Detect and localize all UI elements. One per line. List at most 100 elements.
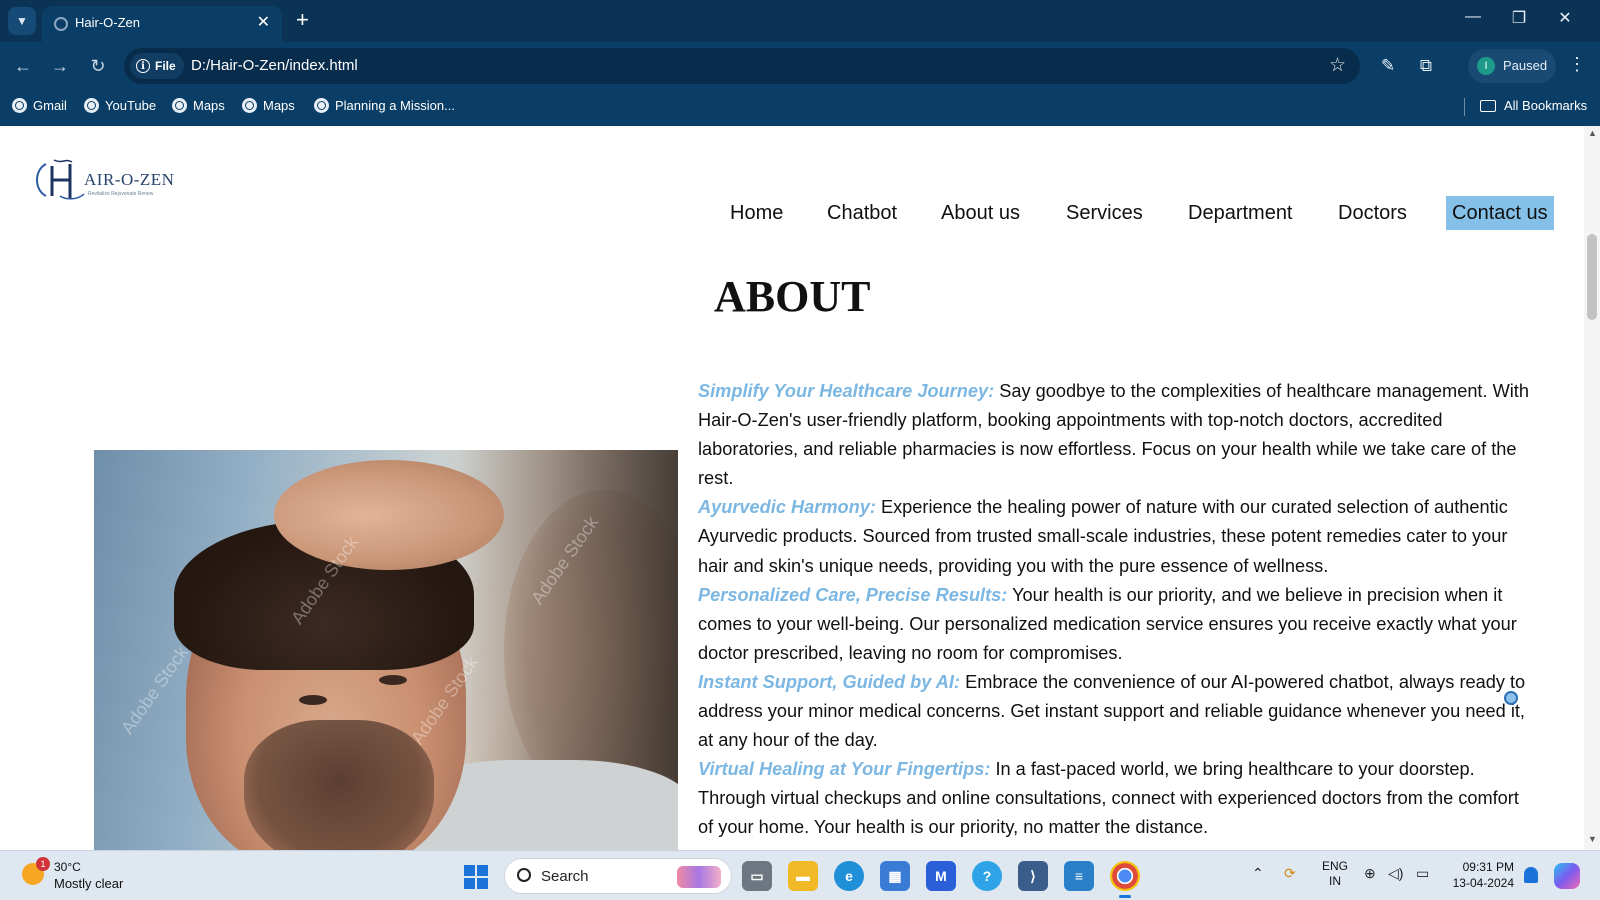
tab-search-chevron-icon[interactable]: ▼ [8, 7, 36, 35]
bookmark-star-icon[interactable]: ☆ [1329, 54, 1346, 77]
all-bookmarks-button[interactable]: All Bookmarks [1480, 98, 1587, 113]
folder-icon [1480, 99, 1496, 112]
weather-condition: Mostly clear [54, 876, 124, 891]
all-bookmarks-label: All Bookmarks [1504, 98, 1588, 113]
bookmarks-divider [1464, 98, 1465, 116]
help-app-icon[interactable]: ? [972, 861, 1002, 891]
search-icon [517, 868, 531, 882]
extensions-puzzle-icon[interactable]: ⧉ [1412, 52, 1440, 80]
volume-icon[interactable]: ◁) [1388, 865, 1403, 882]
window-close-icon[interactable]: ✕ [1542, 8, 1588, 28]
language-code: ENG [1322, 859, 1349, 873]
file-explorer-icon[interactable]: ▬ [788, 861, 818, 891]
language-region: IN [1329, 874, 1341, 888]
system-clock[interactable]: 09:31 PM 13-04-2024 [1446, 859, 1514, 891]
task-view-icon[interactable]: ▭ [742, 861, 772, 891]
scrollbar-thumb[interactable] [1587, 234, 1597, 320]
battery-icon[interactable]: ▭ [1416, 865, 1429, 882]
nav-department[interactable]: Department [1182, 196, 1299, 230]
restore-icon[interactable]: ❐ [1496, 8, 1542, 28]
tab-favicon-icon [54, 17, 68, 31]
bookmark-planning[interactable]: Planning a Mission... [314, 98, 455, 113]
address-bar[interactable]: i File D:/Hair-O-Zen/index.html ☆ [124, 48, 1360, 84]
tab-title: Hair-O-Zen [75, 15, 141, 30]
copilot-icon[interactable] [1554, 863, 1580, 889]
profile-status: Paused [1503, 58, 1548, 73]
vs-code-icon[interactable]: ⟩ [1018, 861, 1048, 891]
notification-bell-icon[interactable] [1524, 867, 1538, 883]
edge-icon[interactable]: e [834, 861, 864, 891]
main-nav: Home Chatbot About us Services Departmen… [0, 196, 1584, 232]
about-hero-image: Adobe Stock Adobe Stock Adobe Stock Adob… [94, 450, 678, 850]
bookmark-maps[interactable]: Maps [172, 98, 225, 113]
bookmark-label: Planning a Mission... [335, 98, 455, 113]
windows-start-icon[interactable] [464, 865, 488, 889]
about-section: Virtual Healing at Your Fingertips: In a… [698, 755, 1534, 842]
site-info-label: File [155, 59, 176, 73]
image-watermark: Adobe Stock [117, 642, 193, 738]
image-eye-left [299, 695, 327, 705]
mcafee-icon[interactable]: M [926, 861, 956, 891]
bookmark-maps-2[interactable]: Maps [242, 98, 295, 113]
sync-icon[interactable]: ⟳ [1284, 865, 1296, 882]
network-globe-icon[interactable]: ⊕ [1364, 865, 1376, 882]
web-page: AIR-O-ZEN Revitalize Rejuvenate Renew Ho… [0, 126, 1584, 850]
globe-icon [172, 98, 187, 113]
nav-contact-us[interactable]: Contact us [1446, 196, 1554, 230]
globe-icon [314, 98, 329, 113]
nav-about-us[interactable]: About us [935, 196, 1026, 230]
nav-home[interactable]: Home [724, 196, 789, 230]
bookmark-gmail[interactable]: Gmail [12, 98, 67, 113]
weather-temperature: 30°C [54, 860, 81, 874]
globe-icon [242, 98, 257, 113]
new-tab-plus-icon[interactable]: + [296, 8, 309, 32]
nav-services[interactable]: Services [1060, 196, 1149, 230]
info-icon: i [136, 59, 150, 73]
section-heading: Virtual Healing at Your Fingertips: [698, 759, 991, 780]
profile-button[interactable]: I Paused [1468, 49, 1556, 83]
section-heading: Personalized Care, Precise Results: [698, 584, 1008, 605]
url-text[interactable]: D:/Hair-O-Zen/index.html [191, 57, 358, 74]
taskbar-search-label: Search [541, 868, 589, 885]
search-highlight-decoration [677, 866, 721, 888]
about-text: Simplify Your Healthcare Journey: Say go… [698, 377, 1534, 843]
nav-chatbot[interactable]: Chatbot [821, 196, 903, 230]
bookmark-label: Maps [193, 98, 225, 113]
about-heading: ABOUT [714, 272, 871, 321]
clock-time: 09:31 PM [1462, 860, 1514, 874]
nav-doctors[interactable]: Doctors [1332, 196, 1413, 230]
bookmark-label: Maps [263, 98, 295, 113]
scroll-up-arrow-icon[interactable]: ▲ [1588, 128, 1597, 138]
about-section: Ayurvedic Harmony: Experience the healin… [698, 493, 1534, 580]
bookmark-label: YouTube [105, 98, 157, 113]
image-beard [244, 720, 434, 850]
eyedropper-icon[interactable]: ✎ [1374, 52, 1402, 80]
about-section: Simplify Your Healthcare Journey: Say go… [698, 377, 1534, 493]
profile-avatar: I [1477, 57, 1495, 75]
chrome-icon[interactable] [1110, 861, 1140, 898]
windows-taskbar: 1 30°C Mostly clear Search ▭ ▬ e ▦ M ? ⟩… [0, 850, 1600, 900]
back-arrow-icon[interactable]: ← [9, 52, 37, 80]
browser-tab[interactable]: Hair-O-Zen ✕ [42, 6, 282, 42]
weather-widget[interactable]: 1 30°C Mostly clear [18, 857, 158, 895]
section-heading: Instant Support, Guided by AI: [698, 671, 961, 692]
reload-icon[interactable]: ↻ [84, 52, 112, 80]
notepad-icon[interactable]: ≡ [1064, 861, 1094, 891]
show-hidden-icons-chevron-icon[interactable]: ⌃ [1252, 865, 1264, 882]
image-hand [274, 460, 504, 570]
section-heading: Ayurvedic Harmony: [698, 497, 876, 518]
store-icon[interactable]: ▦ [880, 861, 910, 891]
image-eye-right [379, 675, 407, 685]
bookmarks-bar: Gmail YouTube Maps Maps Planning a Missi… [0, 90, 1600, 126]
minimize-icon[interactable]: — [1450, 8, 1496, 26]
site-info-chip[interactable]: i File [130, 53, 184, 79]
browser-menu-icon[interactable]: ⋮ [1568, 54, 1586, 75]
browser-toolbar: ← → ↻ i File D:/Hair-O-Zen/index.html ☆ … [0, 42, 1600, 90]
about-section: Instant Support, Guided by AI: Embrace t… [698, 668, 1534, 755]
taskbar-search[interactable]: Search [504, 858, 732, 894]
tab-close-icon[interactable]: ✕ [257, 12, 270, 32]
bookmark-youtube[interactable]: YouTube [84, 98, 156, 113]
language-indicator[interactable]: ENG IN [1322, 859, 1348, 889]
forward-arrow-icon[interactable]: → [46, 52, 74, 80]
scroll-down-arrow-icon[interactable]: ▼ [1588, 834, 1597, 844]
